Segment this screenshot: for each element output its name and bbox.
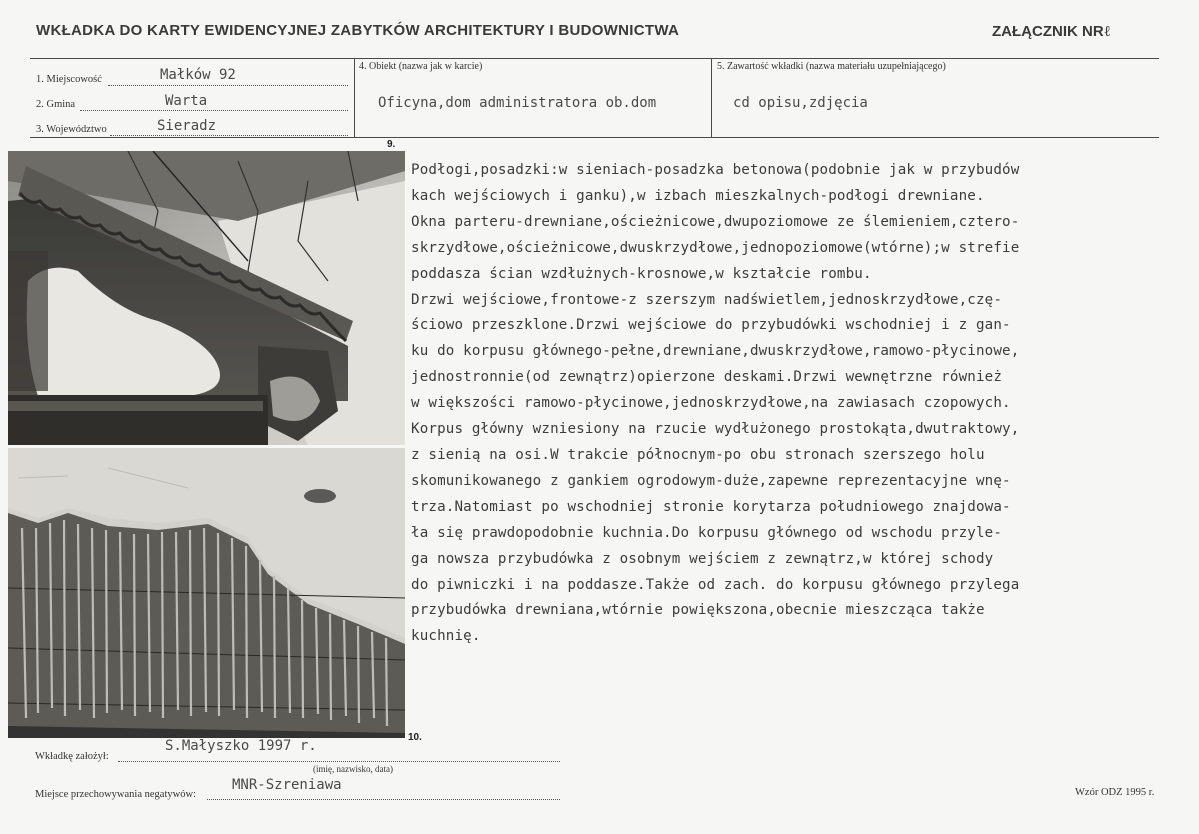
description-line: kuchnię. bbox=[411, 628, 481, 645]
description-line: kach wejściowych i ganku),w izbach miesz… bbox=[411, 187, 985, 204]
photo-number-10: 10. bbox=[408, 732, 422, 743]
fields-bottom-rule bbox=[30, 137, 1159, 138]
description-line: Podłogi,posadzki:w sieniach-posadzka bet… bbox=[411, 162, 1020, 178]
wojewodztwo-value: Sieradz bbox=[157, 118, 217, 134]
description-line: przybudówka drewniana,wtórnie powiększon… bbox=[411, 602, 985, 619]
obiekt-label: 4. Obiekt (nazwa jak w karcie) bbox=[359, 61, 483, 72]
description-line: Okna parteru-drewniane,ościeżnicowe,dwup… bbox=[411, 213, 1020, 230]
wojewodztwo-label: 3. Województwo bbox=[36, 124, 107, 135]
fields-divider-2 bbox=[711, 58, 712, 138]
wojewodztwo-dots bbox=[110, 135, 348, 136]
header-rule bbox=[30, 58, 1159, 59]
description-line: ku do korpusu głównego-pełne,drewniane,d… bbox=[411, 343, 1020, 360]
photo-eaves bbox=[8, 151, 405, 445]
description-line: do piwniczki i na poddasze.Także od zach… bbox=[411, 576, 1020, 593]
zawartosc-label: 5. Zawartość wkładki (nazwa materiału uz… bbox=[717, 61, 946, 72]
photo-number-9: 9. bbox=[387, 139, 396, 150]
miejscowosc-label: 1. Miejscowość bbox=[36, 74, 102, 85]
miejscowosc-dots bbox=[108, 85, 348, 86]
photo-lath-wall bbox=[8, 448, 405, 738]
zawartosc-value: cd opisu,zdjęcia bbox=[733, 95, 868, 111]
storage-dots bbox=[207, 799, 560, 800]
photo-eaves-image bbox=[8, 151, 405, 445]
description-line: trza.Natomiast po wschodniej stronie kor… bbox=[411, 498, 1011, 515]
description-line: z sienią na osi.W trakcie północnym-po o… bbox=[411, 446, 985, 463]
attachment-number: ZAŁĄCZNIK NRℓ bbox=[992, 22, 1111, 41]
description-line: Korpus główny wzniesiony na rzucie wydłu… bbox=[411, 421, 1020, 438]
miejscowosc-value: Małków 92 bbox=[160, 67, 236, 83]
attachment-label: ZAŁĄCZNIK NR bbox=[992, 23, 1104, 40]
description-line: w większości ramowo-płycinowe,jednoskrzy… bbox=[411, 395, 1011, 412]
storage-value: MNR-Szreniawa bbox=[232, 777, 342, 793]
form-title: WKŁADKA DO KARTY EWIDENCYJNEJ ZABYTKÓW A… bbox=[36, 22, 680, 39]
fields-divider-1 bbox=[354, 58, 355, 138]
description-line: ga nowsza przybudówka z osobnym wejściem… bbox=[411, 550, 994, 567]
form-version: Wzór ODZ 1995 r. bbox=[1075, 787, 1155, 798]
description-line: poddasza ścian wzdłużnych-krosnowe,w ksz… bbox=[411, 265, 872, 282]
storage-label: Miejsce przechowywania negatywów: bbox=[35, 789, 196, 800]
description-line: ła się prawdopodobnie kuchnia.Do korpusu… bbox=[411, 524, 1003, 541]
obiekt-value: Oficyna,dom administratora ob.dom bbox=[378, 95, 657, 111]
description-line: skomunikowanego z gankiem ogrodowym-duże… bbox=[411, 472, 1011, 489]
founder-dots bbox=[118, 761, 560, 762]
founder-value: S.Małyszko 1997 r. bbox=[165, 738, 317, 754]
description-line: Drzwi wejściowe,frontowe-z szerszym nadś… bbox=[411, 291, 1003, 308]
founder-label: Wkładkę założył: bbox=[35, 751, 109, 762]
description-text: Podłogi,posadzki:w sieniach-posadzka bet… bbox=[411, 158, 1019, 650]
photo-lath-wall-image bbox=[8, 448, 405, 738]
gmina-label: 2. Gmina bbox=[36, 99, 76, 110]
gmina-value: Warta bbox=[165, 93, 208, 109]
attachment-value: ℓ bbox=[1103, 22, 1111, 40]
description-line: skrzydłowe,ościeżnicowe,dwuskrzydłowe,je… bbox=[411, 239, 1020, 256]
description-line: jednostronnie(od zewnątrz)opierzone desk… bbox=[411, 369, 1003, 386]
description-line: ściowo przeszklone.Drzwi wejściowe do pr… bbox=[411, 317, 1011, 334]
gmina-dots bbox=[80, 110, 348, 111]
founder-hint: (imię, nazwisko, data) bbox=[313, 764, 393, 774]
